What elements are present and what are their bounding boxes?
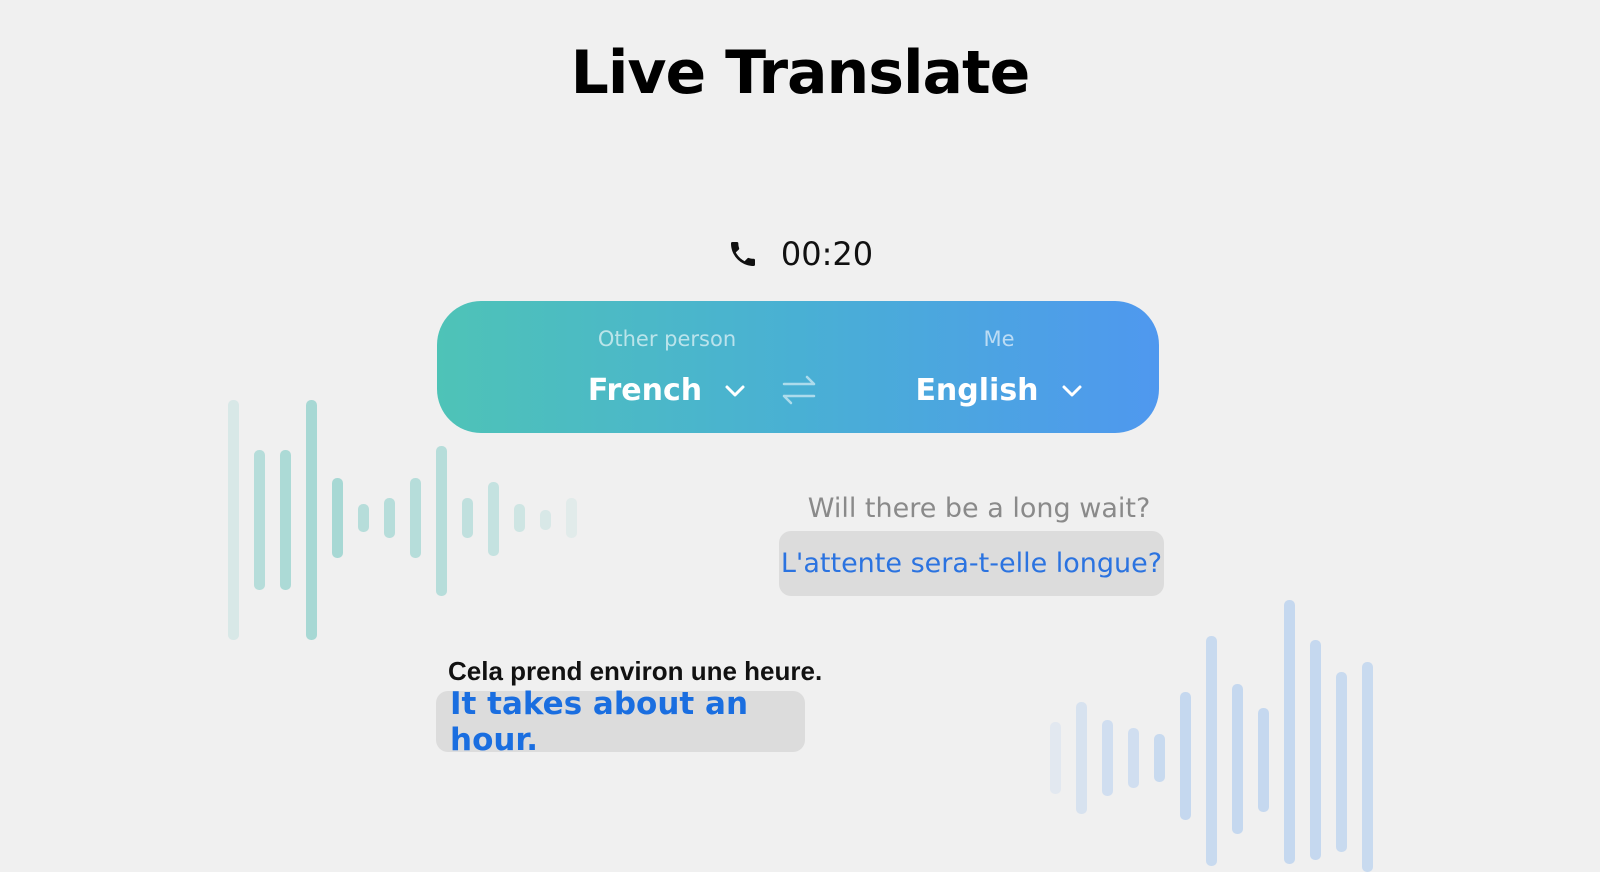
- swap-icon[interactable]: [781, 374, 817, 406]
- chevron-down-icon: [1062, 385, 1082, 396]
- other-language-name: French: [587, 373, 703, 408]
- waveform-bar: [1362, 662, 1373, 872]
- waveform-bar: [306, 400, 317, 640]
- waveform-bar: [1284, 600, 1295, 864]
- waveform-bar: [1050, 722, 1061, 794]
- waveform-bar: [514, 504, 525, 532]
- outgoing-original-text: Will there be a long wait?: [807, 493, 1151, 524]
- waveform-bar: [1154, 734, 1165, 782]
- me-language: Me English: [869, 301, 1129, 408]
- waveform-bar: [540, 510, 551, 530]
- incoming-original-text: Cela prend environ une heure.: [448, 656, 823, 686]
- phone-icon: [730, 242, 755, 266]
- waveform-bar: [566, 498, 577, 538]
- waveform-bar: [1258, 708, 1269, 812]
- chevron-down-icon: [725, 385, 745, 396]
- waveform-bar: [1232, 684, 1243, 834]
- waveform-bar: [228, 400, 239, 640]
- audio-waveform-left: [228, 400, 588, 650]
- waveform-bar: [384, 498, 395, 538]
- waveform-bar: [254, 450, 265, 590]
- waveform-bar: [488, 482, 499, 556]
- waveform-bar: [1128, 728, 1139, 788]
- waveform-bar: [1310, 640, 1321, 860]
- page-title: Live Translate: [570, 38, 1031, 108]
- me-label: Me: [983, 327, 1015, 351]
- incoming-translation-bubble: It takes about an hour.: [436, 686, 805, 758]
- waveform-bar: [1180, 692, 1191, 820]
- audio-waveform-right: [1050, 600, 1380, 872]
- waveform-bar: [332, 478, 343, 558]
- waveform-bar: [1102, 720, 1113, 796]
- other-person-language: Other person French: [537, 301, 797, 408]
- waveform-bar: [1076, 702, 1087, 814]
- waveform-bar: [1336, 672, 1347, 852]
- waveform-bar: [280, 450, 291, 590]
- other-person-label: Other person: [597, 327, 737, 351]
- waveform-bar: [1206, 636, 1217, 866]
- waveform-bar: [358, 504, 369, 532]
- waveform-bar: [436, 446, 447, 596]
- outgoing-translation-bubble: L'attente sera-t-elle longue?: [779, 531, 1164, 596]
- call-timer: 00:20: [780, 235, 874, 273]
- waveform-bar: [410, 478, 421, 558]
- my-language-selector[interactable]: English: [869, 373, 1129, 408]
- waveform-bar: [462, 498, 473, 538]
- my-language-name: English: [915, 373, 1039, 408]
- call-status: 00:20: [0, 235, 1600, 273]
